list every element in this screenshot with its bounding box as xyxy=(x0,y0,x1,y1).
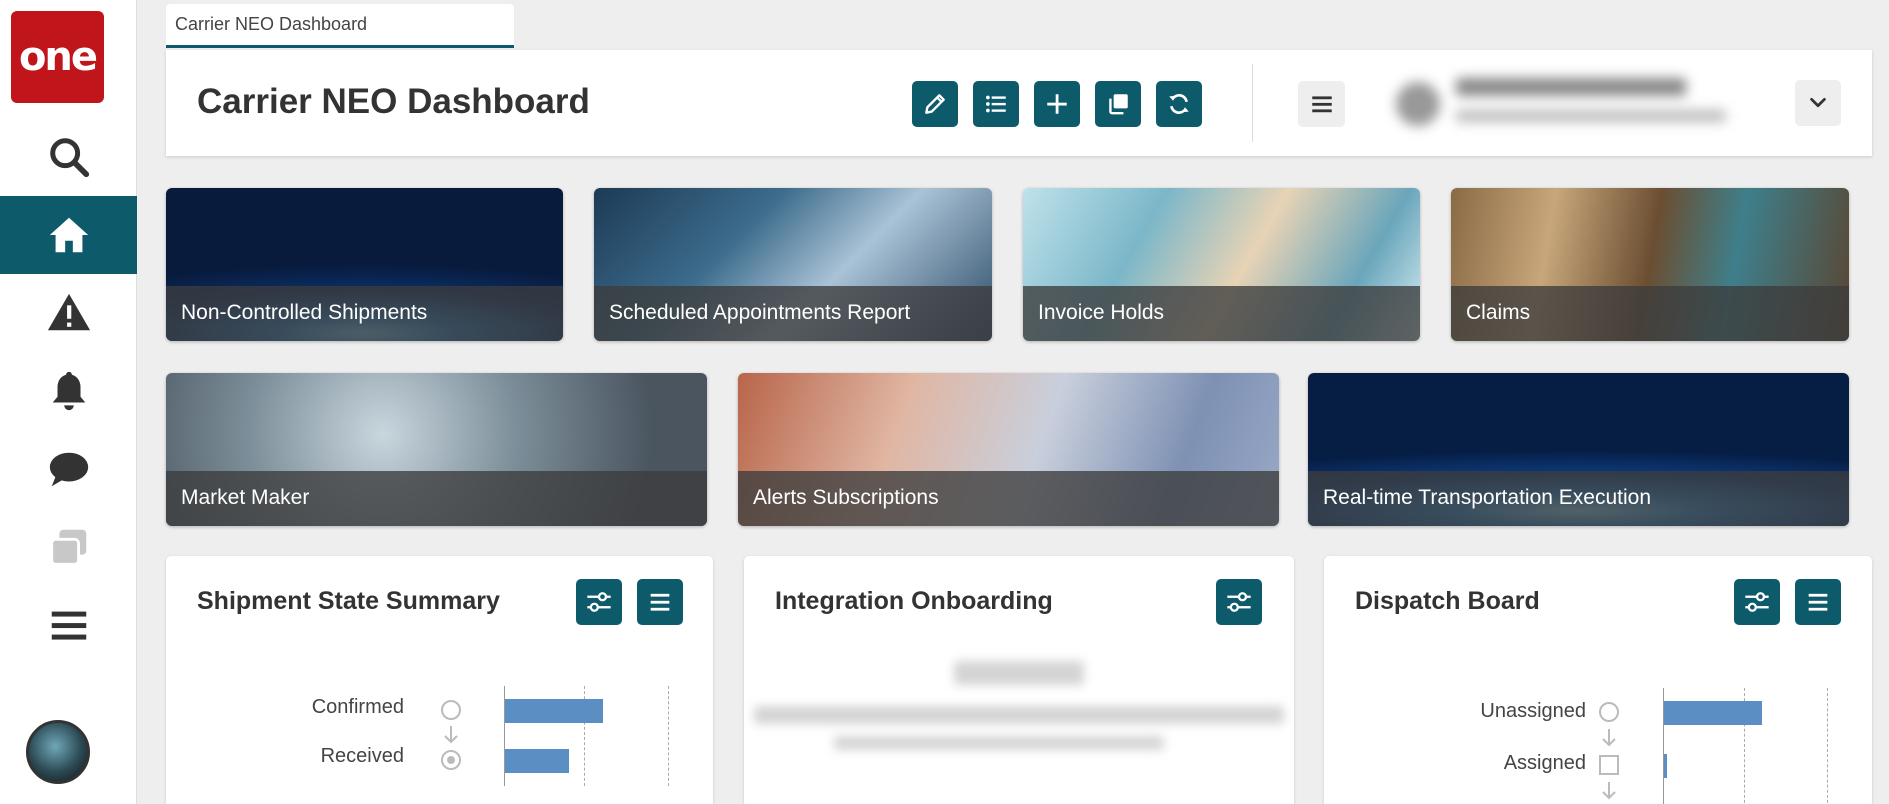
copy-icon xyxy=(1109,94,1128,115)
arrow-down-icon xyxy=(444,726,458,744)
state-label-assigned: Assigned xyxy=(1503,752,1586,774)
state-label-received: Received xyxy=(320,745,404,767)
widget-menu-button[interactable] xyxy=(1795,579,1841,625)
warning-icon xyxy=(47,293,90,331)
tile-non-controlled-shipments[interactable]: Non-Controlled Shipments xyxy=(166,188,563,341)
bar-confirmed[interactable] xyxy=(505,699,603,723)
tile-label: Non-Controlled Shipments xyxy=(166,286,563,341)
widget-title: Integration Onboarding xyxy=(775,587,1053,615)
chat-icon xyxy=(49,452,88,487)
tab-label: Carrier NEO Dashboard xyxy=(175,14,368,34)
blurred-message-line xyxy=(834,736,1164,750)
sidebar-item-messages[interactable] xyxy=(0,430,137,508)
filter-button[interactable] xyxy=(1734,579,1780,625)
refresh-icon xyxy=(1169,94,1189,114)
hamburger-icon xyxy=(650,593,670,611)
chevron-down-icon xyxy=(1810,97,1826,108)
tile-claims[interactable]: Claims xyxy=(1451,188,1849,341)
tab-carrier-neo-dashboard[interactable]: Carrier NEO Dashboard xyxy=(166,4,514,48)
bell-icon xyxy=(52,371,85,411)
tile-label: Scheduled Appointments Report xyxy=(594,286,992,341)
arrow-down-icon xyxy=(1602,729,1616,747)
tile-alerts-subscriptions[interactable]: Alerts Subscriptions xyxy=(738,373,1279,526)
tile-invoice-holds[interactable]: Invoice Holds xyxy=(1023,188,1420,341)
pencil-icon xyxy=(925,94,945,114)
circle-icon xyxy=(441,700,461,720)
sliders-icon xyxy=(587,592,611,612)
widget-title: Shipment State Summary xyxy=(197,587,500,615)
home-icon xyxy=(49,217,88,253)
edit-button[interactable] xyxy=(912,81,958,127)
hamburger-icon xyxy=(1311,96,1332,113)
blurred-message-line xyxy=(754,706,1284,724)
collapse-button[interactable] xyxy=(1795,80,1841,126)
radio-dot-icon xyxy=(441,750,461,770)
sidebar-item-search[interactable] xyxy=(0,118,137,196)
widget-integration-onboarding: Integration Onboarding xyxy=(744,556,1294,804)
square-icon xyxy=(1599,755,1619,775)
list-button[interactable] xyxy=(973,81,1019,127)
add-button[interactable] xyxy=(1034,81,1080,127)
plus-icon xyxy=(1047,94,1067,114)
list-icon xyxy=(986,95,1006,113)
logo-text: one xyxy=(18,34,98,80)
app-logo[interactable]: one xyxy=(11,11,104,103)
tile-label: Real-time Transportation Execution xyxy=(1308,471,1849,526)
widget-dispatch-board: Dispatch Board Unassigned Assigned xyxy=(1324,556,1872,804)
sidebar-item-notifications[interactable] xyxy=(0,352,137,430)
sidebar-item-home[interactable] xyxy=(0,196,137,274)
widget-shipment-state-summary: Shipment State Summary Confirmed Receive… xyxy=(166,556,713,804)
tile-real-time-transportation-execution[interactable]: Real-time Transportation Execution xyxy=(1308,373,1849,526)
tile-label: Alerts Subscriptions xyxy=(738,471,1279,526)
header-menu-button[interactable] xyxy=(1298,81,1345,127)
refresh-button[interactable] xyxy=(1156,81,1202,127)
widget-title: Dispatch Board xyxy=(1355,587,1540,615)
hamburger-icon xyxy=(51,611,86,640)
header-divider xyxy=(1252,64,1253,142)
filter-button[interactable] xyxy=(576,579,622,625)
tile-market-maker[interactable]: Market Maker xyxy=(166,373,707,526)
bar-received[interactable] xyxy=(505,749,569,773)
windows-icon xyxy=(49,529,86,566)
user-avatar[interactable] xyxy=(26,720,90,784)
sidebar-item-menu[interactable] xyxy=(0,586,137,664)
page-title: Carrier NEO Dashboard xyxy=(197,82,590,121)
state-label-confirmed: Confirmed xyxy=(311,696,404,718)
hamburger-icon xyxy=(1808,593,1828,611)
user-info-blurred xyxy=(1396,62,1736,142)
state-label-unassigned: Unassigned xyxy=(1480,700,1586,722)
filter-button[interactable] xyxy=(1216,579,1262,625)
search-icon xyxy=(49,138,89,178)
tile-label: Market Maker xyxy=(166,471,707,526)
sidebar-item-alerts[interactable] xyxy=(0,274,137,352)
tile-label: Invoice Holds xyxy=(1023,286,1420,341)
blurred-message-heading xyxy=(954,661,1084,685)
widget-menu-button[interactable] xyxy=(637,579,683,625)
arrow-down-icon xyxy=(1602,782,1616,800)
dashboard-header: Carrier NEO Dashboard xyxy=(166,50,1872,156)
copy-button[interactable] xyxy=(1095,81,1141,127)
tile-scheduled-appointments-report[interactable]: Scheduled Appointments Report xyxy=(594,188,992,341)
bar-assigned[interactable] xyxy=(1664,754,1667,778)
circle-icon xyxy=(1599,702,1619,722)
chart-gridline xyxy=(1827,688,1828,804)
sliders-icon xyxy=(1227,592,1251,612)
sidebar-item-windows[interactable] xyxy=(0,508,137,586)
tile-label: Claims xyxy=(1451,286,1849,341)
chart-gridline xyxy=(668,686,669,786)
sliders-icon xyxy=(1745,592,1769,612)
bar-unassigned[interactable] xyxy=(1664,701,1762,725)
sidebar: one xyxy=(0,0,137,804)
